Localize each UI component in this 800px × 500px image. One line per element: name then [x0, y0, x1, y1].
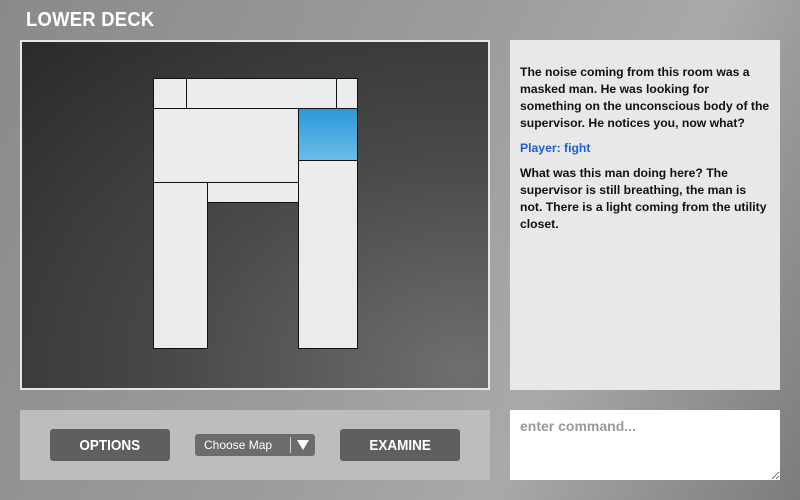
map-room[interactable] — [298, 160, 358, 349]
message-log: The noise coming from this room was a ma… — [510, 40, 780, 390]
map-room[interactable] — [186, 78, 337, 109]
map-panel — [20, 40, 490, 390]
log-player-command: Player: fight — [520, 141, 591, 155]
map-room[interactable] — [207, 182, 299, 203]
log-message: What was this man doing here? The superv… — [520, 166, 767, 231]
options-button[interactable]: OPTIONS — [50, 429, 170, 461]
choose-map-label: Choose Map — [204, 438, 273, 452]
map-room[interactable] — [336, 78, 358, 109]
map-room[interactable] — [153, 182, 208, 349]
map-room[interactable] — [153, 78, 187, 109]
command-panel — [510, 410, 780, 480]
choose-map-dropdown[interactable]: Choose Map — [195, 434, 315, 456]
log-message: The noise coming from this room was a ma… — [520, 65, 770, 130]
examine-button-label: EXAMINE — [369, 436, 431, 454]
dropdown-divider — [290, 437, 291, 453]
chevron-down-icon — [297, 440, 309, 450]
map-room-current[interactable] — [298, 108, 358, 161]
examine-button[interactable]: EXAMINE — [340, 429, 460, 461]
map-room[interactable] — [153, 108, 299, 183]
command-input[interactable] — [510, 410, 780, 480]
options-button-label: OPTIONS — [79, 436, 141, 454]
controls-panel: OPTIONS Choose Map EXAMINE — [20, 410, 490, 480]
location-title: LOWER DECK — [26, 9, 155, 31]
